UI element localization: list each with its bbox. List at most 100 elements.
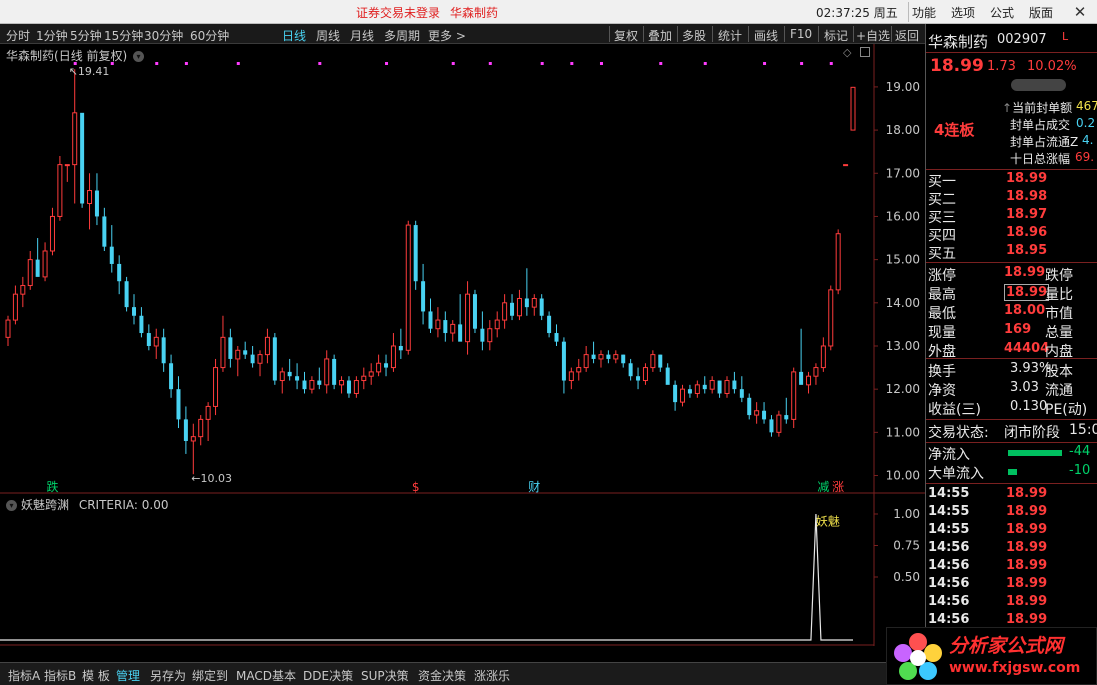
period-tab-15min[interactable]: 15分钟: [104, 27, 143, 44]
candle-body: [176, 389, 181, 420]
candle-body: [139, 315, 144, 334]
app-window: 证券交易未登录 华森制药 02:37:25 周五 功能 选项 公式 版面 ✕ 分时 1分…: [0, 0, 1097, 685]
candle-body: [390, 345, 396, 369]
period-tab-monthly[interactable]: 月线: [350, 27, 374, 44]
mark-button[interactable]: 标记: [824, 27, 848, 44]
tab-zhangzhangle[interactable]: 涨涨乐: [474, 667, 510, 684]
candle-body: [472, 294, 477, 329]
event-mark: 财: [528, 480, 540, 494]
tab-sup[interactable]: SUP决策: [361, 667, 409, 684]
statistics-button[interactable]: 统计: [718, 27, 742, 44]
login-notice[interactable]: 证券交易未登录 华森制药: [356, 4, 508, 21]
period-tab-30min[interactable]: 30分钟: [144, 27, 183, 44]
candle-body: [346, 380, 351, 394]
overlay-button[interactable]: 叠加: [648, 27, 672, 44]
candle-body: [398, 345, 403, 351]
candle-body: [153, 336, 159, 347]
period-tab-more[interactable]: 更多 >: [428, 27, 466, 44]
divider: [926, 419, 1097, 420]
period-tab-daily[interactable]: 日线: [282, 27, 306, 44]
tab-indicator-a[interactable]: 指标A: [8, 667, 40, 684]
candle-body: [502, 302, 508, 321]
trade-login-status[interactable]: 证券交易未登录: [356, 6, 440, 20]
period-tab-timeshare[interactable]: 分时: [6, 27, 30, 44]
draw-line-button[interactable]: 画线: [754, 27, 778, 44]
candle-body: [776, 414, 782, 433]
f10-button[interactable]: F10: [790, 27, 812, 41]
tick-price: 18.99: [1006, 594, 1048, 609]
tab-dde[interactable]: DDE决策: [303, 667, 353, 684]
y-tick-label: 14.00: [886, 296, 920, 310]
tab-template[interactable]: 模 板: [82, 667, 110, 684]
divider: [677, 26, 678, 42]
close-icon[interactable]: ✕: [1068, 1, 1092, 23]
candle-body: [228, 337, 233, 359]
candle-body: [413, 225, 418, 282]
candle-body: [828, 289, 834, 347]
candle-body: [102, 216, 107, 247]
y-tick-label: 0.50: [893, 570, 920, 584]
stat-value: 18.99: [1004, 265, 1046, 280]
kline-chart[interactable]: 19.00 18.00 17.00 16.00 15.00 14.00 13.00 12.00…: [0, 44, 925, 494]
multi-stock-button[interactable]: 多股: [682, 27, 706, 44]
menu-options[interactable]: 选项: [951, 6, 975, 20]
high-annotation: ↖19.41: [69, 65, 110, 78]
chevron-down-icon[interactable]: ▾: [133, 51, 145, 62]
chart-stock-name: 华森制药: [6, 49, 55, 63]
period-tab-1min[interactable]: 1分钟: [36, 27, 68, 44]
candle-body: [243, 350, 248, 355]
signal-marker: [451, 62, 455, 65]
scroll-pill[interactable]: [1011, 79, 1066, 91]
candle-body: [709, 380, 715, 390]
menu-layout[interactable]: 版面: [1029, 6, 1053, 20]
candle-body: [94, 190, 99, 217]
candle-body: [539, 298, 544, 316]
candle-body: [361, 375, 367, 382]
stat-label: 最低: [928, 306, 956, 322]
candle-body: [57, 164, 63, 217]
netflow-label: 大单流入: [928, 466, 984, 482]
period-tab-60min[interactable]: 60分钟: [190, 27, 229, 44]
candle-body: [295, 376, 300, 381]
diamond-icon[interactable]: ◇: [843, 46, 851, 59]
period-tab-5min[interactable]: 5分钟: [70, 27, 102, 44]
indicator-chart[interactable]: 1.000.750.50妖魅2022年45678910: [0, 494, 925, 646]
menu-functions[interactable]: 功能: [912, 6, 936, 20]
trade-status-time: 15:0: [1069, 422, 1097, 438]
candle-body: [279, 371, 285, 382]
menu-formula[interactable]: 公式: [990, 6, 1014, 20]
tab-save-as[interactable]: 另存为: [150, 667, 186, 684]
candle-body: [784, 415, 789, 420]
bid-label: 买一: [928, 174, 956, 190]
tab-indicator-b[interactable]: 指标B: [44, 667, 76, 684]
stat-label-right: 股本: [1045, 364, 1073, 380]
candle-body: [12, 293, 18, 321]
candle-body: [132, 307, 137, 316]
chevron-down-icon[interactable]: ▾: [6, 500, 17, 511]
divider: [712, 26, 713, 42]
netflow-label: 净流入: [928, 447, 970, 463]
candle-body: [87, 190, 93, 204]
tab-fund[interactable]: 资金决策: [418, 667, 466, 684]
candle-body: [49, 215, 55, 252]
adjust-button[interactable]: 复权: [614, 27, 638, 44]
add-watchlist-button[interactable]: +自选: [856, 27, 890, 44]
y-tick-label: 17.00: [886, 166, 920, 180]
limit-info-label: 封单占成交: [1010, 118, 1071, 132]
period-tab-weekly[interactable]: 周线: [316, 27, 340, 44]
back-button[interactable]: 返回: [895, 27, 919, 44]
candle-body: [332, 358, 337, 385]
tick-time: 14:56: [928, 576, 970, 591]
period-tab-multi[interactable]: 多周期: [384, 27, 420, 44]
tab-macd[interactable]: MACD基本: [236, 667, 296, 684]
maximize-icon[interactable]: [860, 47, 870, 57]
period-toolbar: 分时 1分钟 5分钟 15分钟 30分钟 60分钟 日线 周线 月线 多周期 更…: [0, 24, 925, 44]
tab-bind[interactable]: 绑定到: [192, 667, 228, 684]
candle-body: [213, 367, 219, 407]
top-menu: 功能 选项 公式 版面: [912, 4, 1068, 21]
quote-flag: L: [1062, 30, 1069, 43]
divider: [926, 442, 1097, 443]
tab-manage[interactable]: 管理: [116, 667, 140, 684]
bid-price: 18.95: [1006, 243, 1048, 258]
bid-price: 18.96: [1006, 225, 1048, 240]
